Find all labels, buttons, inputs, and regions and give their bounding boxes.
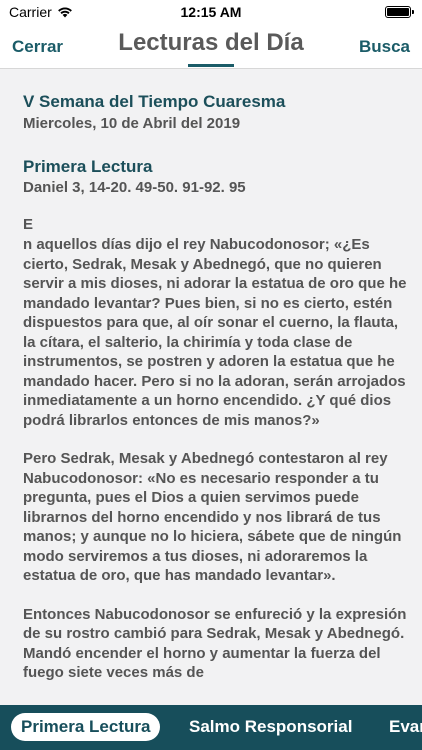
- clock-time: 12:15 AM: [180, 4, 242, 20]
- navigation-bar: Cerrar Lecturas del Día Busca: [0, 24, 422, 69]
- battery-icon: [385, 6, 414, 18]
- reading-content: V Semana del Tiempo Cuaresma Miercoles, …: [23, 91, 408, 702]
- tab-salmo-responsorial[interactable]: Salmo Responsorial: [189, 717, 352, 737]
- reading-paragraph: Pero Sedrak, Mesak y Abednegó contestaro…: [23, 450, 402, 584]
- reading-date: Miercoles, 10 de Abril del 2019: [23, 115, 241, 132]
- tab-primera-lectura[interactable]: Primera Lectura: [11, 713, 161, 741]
- reading-section-title: Primera Lectura: [23, 157, 153, 176]
- search-button[interactable]: Busca: [359, 37, 410, 57]
- title-underline: [188, 64, 234, 67]
- status-bar: Carrier 12:15 AM: [0, 0, 422, 24]
- reading-tab-bar: Primera Lectura Salmo Responsorial Evan: [0, 705, 422, 750]
- drop-cap-letter: E: [23, 216, 34, 233]
- reading-paragraph: Entonces Nabucodonosor se enfureció y la…: [23, 605, 407, 682]
- scripture-citation: Daniel 3, 14-20. 49-50. 91-92. 95: [23, 179, 246, 196]
- reading-paragraph: n aquellos días dijo el rey Nabucodonoso…: [23, 236, 407, 429]
- tab-evangelio[interactable]: Evan: [389, 717, 422, 737]
- liturgical-week: V Semana del Tiempo Cuaresma: [23, 92, 286, 111]
